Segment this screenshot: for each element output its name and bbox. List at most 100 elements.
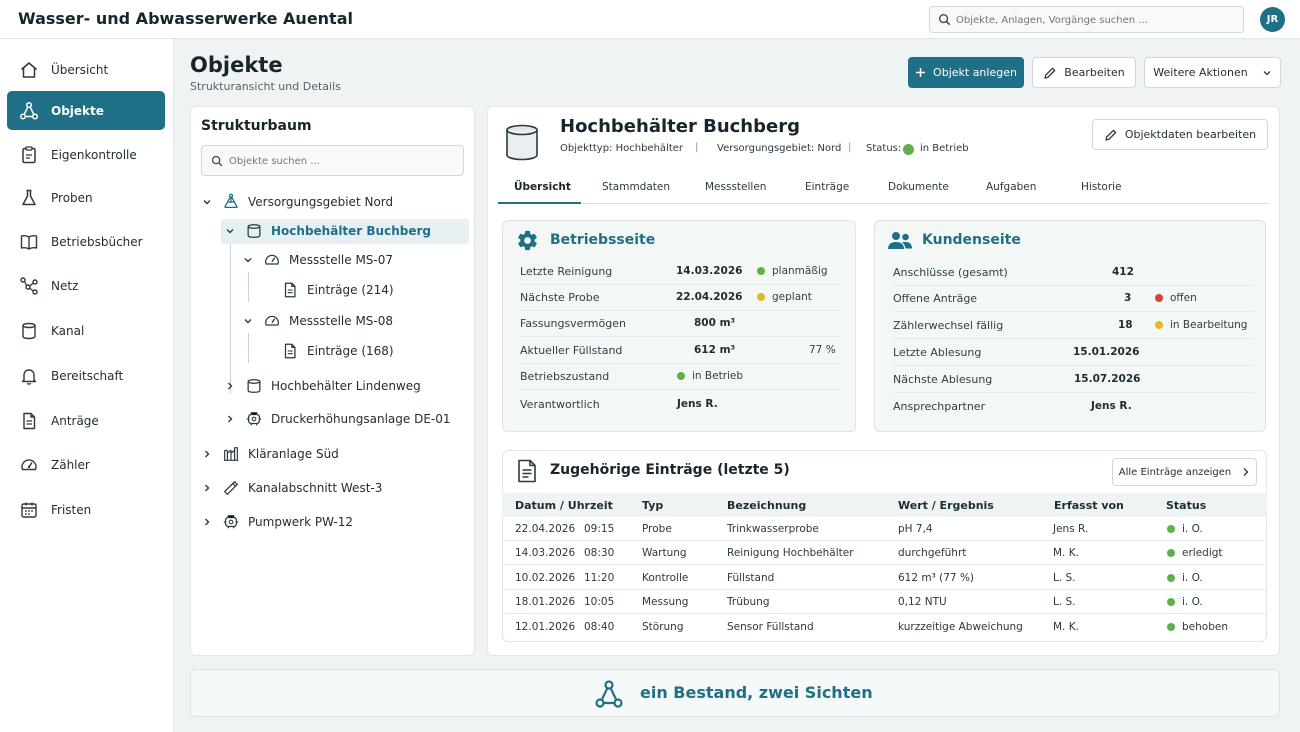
chevron-down-icon[interactable] <box>241 255 255 265</box>
cell-type: Messung <box>642 596 689 608</box>
chevron-down-icon[interactable] <box>200 197 214 207</box>
operations-row: Betriebszustand in Betrieb <box>520 364 840 390</box>
sidebar-item-kanal[interactable]: Kanal <box>7 311 165 350</box>
tree-search-input[interactable] <box>229 153 459 169</box>
table-row[interactable] <box>502 566 1267 590</box>
tree-node-label: Kläranlage Süd <box>248 447 339 461</box>
sidebar-item-antraege[interactable]: Anträge <box>7 401 165 440</box>
cell-time: 08:30 <box>584 547 615 559</box>
more-actions-button[interactable]: Weitere Aktionen <box>1144 57 1281 88</box>
status-dot <box>1167 623 1175 631</box>
customer-row: Anschlüsse (gesamt) 412 <box>893 260 1253 286</box>
new-object-label: Objekt anlegen <box>933 66 1017 79</box>
tree-node-label: Pumpwerk PW-12 <box>248 515 354 529</box>
document-icon <box>18 411 40 431</box>
tree-node-druckerhoehungsanlage[interactable]: Druckerhöhungsanlage DE-01 <box>223 407 451 431</box>
chevron-right-icon[interactable] <box>223 414 237 424</box>
tree-node-versorgungsgebiet-nord[interactable]: Versorgungsgebiet Nord <box>200 190 393 214</box>
tree-node-messstelle-ms-07[interactable]: Messstelle MS-07 <box>241 248 393 272</box>
document-icon <box>279 281 301 299</box>
new-object-button[interactable]: Objekt anlegen <box>908 57 1024 88</box>
tab-eintraege[interactable]: Einträge <box>805 181 849 193</box>
cell-status: i. O. <box>1167 523 1203 535</box>
tab-dokumente[interactable]: Dokumente <box>888 181 949 193</box>
chevron-down-icon[interactable] <box>241 316 255 326</box>
tab-uebersicht[interactable]: Übersicht <box>514 181 571 193</box>
operations-row: Fassungsvermögen 800 m³ <box>520 311 840 337</box>
column-header[interactable]: Typ <box>642 499 663 512</box>
tree-node-hochbehaelter-lindenweg[interactable]: Hochbehälter Lindenweg <box>223 374 421 398</box>
chevron-down-icon[interactable] <box>223 226 237 236</box>
global-search[interactable] <box>929 6 1244 33</box>
sidebar-item-fristen[interactable]: Fristen <box>7 490 165 529</box>
row-key: Zählerwechsel fällig <box>893 319 1004 332</box>
row-status: 77 % <box>809 344 836 356</box>
tab-active-indicator <box>498 202 581 204</box>
chevron-right-icon[interactable] <box>200 483 214 493</box>
column-header[interactable]: Bezeichnung <box>727 499 806 512</box>
cell-name: Füllstand <box>727 572 775 584</box>
status-text: i. O. <box>1182 596 1203 608</box>
customer-row: Zählerwechsel fällig 18 in Bearbeitung <box>893 313 1253 339</box>
column-header[interactable]: Erfasst von <box>1054 499 1124 512</box>
row-value: 15.01.2026 <box>1073 346 1140 358</box>
tree-node-klaeranlage-sued[interactable]: Kläranlage Süd <box>200 442 339 466</box>
column-header[interactable]: Datum / Uhrzeit <box>515 499 613 512</box>
tree-node-hochbehaelter-buchberg[interactable]: Hochbehälter Buchberg <box>223 219 431 243</box>
tree-node-kanalabschnitt-west-3[interactable]: Kanalabschnitt West-3 <box>200 476 382 500</box>
edit-button[interactable]: Bearbeiten <box>1032 57 1136 88</box>
tree-node-eintraege-214[interactable]: Einträge (214) <box>259 278 394 302</box>
show-all-entries-button[interactable]: Alle Einträge anzeigen <box>1112 458 1257 486</box>
column-header[interactable]: Status <box>1166 499 1206 512</box>
object-area: Versorgungsgebiet: Nord <box>717 143 842 154</box>
sidebar-item-betriebsbuecher[interactable]: Betriebsbücher <box>7 222 165 261</box>
sidebar-item-uebersicht[interactable]: Übersicht <box>7 50 165 89</box>
tab-historie[interactable]: Historie <box>1081 181 1122 193</box>
table-row[interactable] <box>502 541 1267 565</box>
global-search-input[interactable] <box>956 11 1236 29</box>
tree-node-label: Einträge (168) <box>307 344 394 358</box>
sidebar-item-zaehler[interactable]: Zähler <box>7 445 165 484</box>
status-text: 77 % <box>809 344 836 356</box>
sidebar-item-netz[interactable]: Netz <box>7 266 165 305</box>
sidebar-item-bereitschaft[interactable]: Bereitschaft <box>7 356 165 395</box>
edit-object-data-label: Objektdaten bearbeiten <box>1124 128 1257 141</box>
meta-separator: | <box>848 142 852 153</box>
edit-object-data-button[interactable]: Objektdaten bearbeiten <box>1092 119 1268 150</box>
user-avatar[interactable]: JR <box>1260 7 1285 32</box>
chevron-right-icon[interactable] <box>200 449 214 459</box>
status-text: erledigt <box>1182 547 1223 559</box>
sidebar-item-proben[interactable]: Proben <box>7 178 165 217</box>
row-status: offen <box>1155 292 1197 304</box>
row-key: Fassungsvermögen <box>520 317 626 330</box>
tab-aufgaben[interactable]: Aufgaben <box>986 181 1036 193</box>
tab-messstellen[interactable]: Messstellen <box>705 181 766 193</box>
status-dot <box>1155 321 1163 329</box>
tree-node-eintraege-168[interactable]: Einträge (168) <box>259 339 394 363</box>
flask-icon <box>18 188 40 208</box>
cell-name: Trübung <box>727 596 770 608</box>
chevron-right-icon[interactable] <box>223 381 237 391</box>
status-dot <box>903 144 914 158</box>
cell-status: erledigt <box>1167 547 1223 559</box>
page-subtitle: Strukturansicht und Details <box>190 80 341 93</box>
status-dot <box>1167 549 1175 557</box>
customer-row: Offene Anträge 3 offen <box>893 286 1253 312</box>
table-row[interactable] <box>502 517 1267 541</box>
column-header[interactable]: Wert / Ergebnis <box>898 499 994 512</box>
gauge-icon <box>261 312 283 330</box>
tree-node-pumpwerk-pw-12[interactable]: Pumpwerk PW-12 <box>200 510 353 534</box>
app-title: Wasser- und Abwasserwerke Auental <box>18 9 353 28</box>
cell-by: L. S. <box>1053 572 1076 584</box>
tree-node-messstelle-ms-08[interactable]: Messstelle MS-08 <box>241 309 393 333</box>
cell-status: i. O. <box>1167 572 1203 584</box>
tab-stammdaten[interactable]: Stammdaten <box>602 181 670 193</box>
row-value: 18 <box>1118 319 1133 331</box>
sidebar-item-eigenkontrolle[interactable]: Eigenkontrolle <box>7 135 165 174</box>
more-actions-label: Weitere Aktionen <box>1153 66 1248 79</box>
table-row[interactable] <box>502 615 1267 639</box>
table-row[interactable] <box>502 590 1267 614</box>
tree-search[interactable] <box>201 145 464 176</box>
sidebar-item-objekte[interactable]: Objekte <box>7 91 165 130</box>
chevron-right-icon[interactable] <box>200 517 214 527</box>
